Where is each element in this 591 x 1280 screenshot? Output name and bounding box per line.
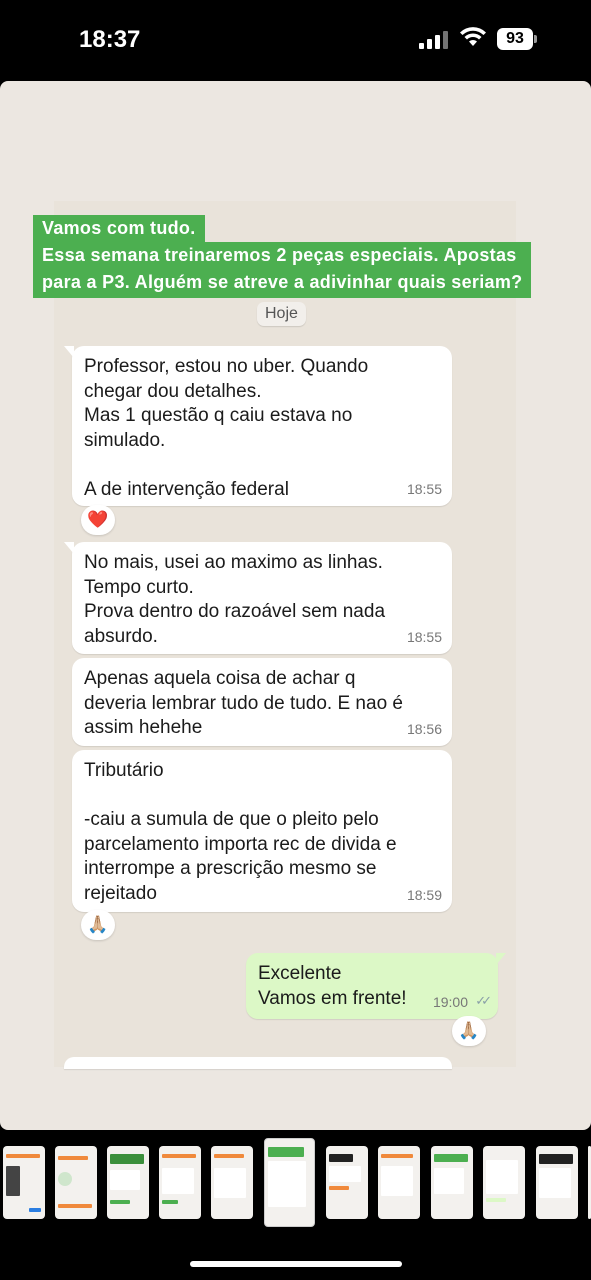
story-thumbnail[interactable]	[326, 1146, 368, 1219]
message-bubble-partial[interactable]	[64, 1057, 452, 1069]
story-thumbnail[interactable]	[536, 1146, 578, 1219]
message-bubble[interactable]: Apenas aquela coisa de achar q deveria l…	[72, 658, 452, 746]
story-card: Vamos com tudo. Essa semana treinaremos …	[0, 81, 591, 1130]
message-bubble[interactable]: No mais, usei ao maximo as linhas. Tempo…	[64, 542, 452, 654]
story-thumbnail-strip	[0, 1138, 591, 1230]
read-receipt-icon: ✓✓	[475, 992, 492, 1008]
message-time: 18:55	[406, 480, 442, 497]
message-bubble-outgoing[interactable]: Excelente Vamos em frente! 19:00 ✓✓	[246, 953, 506, 1019]
wifi-icon	[460, 27, 486, 46]
message-time: 19:00	[432, 993, 468, 1010]
message-bubble[interactable]: Tributário -caiu a sumula de que o pleit…	[72, 750, 452, 912]
message-time: 18:59	[406, 886, 442, 903]
story-thumbnail[interactable]	[55, 1146, 97, 1219]
story-thumbnail[interactable]	[107, 1146, 149, 1219]
story-thumbnail[interactable]	[431, 1146, 473, 1219]
clock: 18:37	[79, 26, 141, 53]
cellular-signal-icon	[419, 31, 450, 49]
message-time: 18:55	[406, 628, 442, 645]
message-text: No mais, usei ao maximo as linhas. Tempo…	[84, 552, 386, 647]
caption-line-2: Essa semana treinaremos 2 peças especiai…	[42, 245, 517, 265]
story-thumbnail[interactable]	[211, 1146, 253, 1219]
battery-level: 93	[497, 28, 533, 50]
message-text: Apenas aquela coisa de achar q deveria l…	[84, 668, 403, 738]
reaction-pray[interactable]: 🙏🏼	[81, 910, 115, 940]
date-separator: Hoje	[257, 302, 306, 326]
message-text: Professor, estou no uber. Quando chegar …	[84, 356, 369, 500]
reaction-heart[interactable]: ❤️	[81, 505, 115, 535]
story-thumbnail[interactable]	[159, 1146, 201, 1219]
reaction-pray[interactable]: 🙏🏼	[452, 1016, 486, 1046]
message-text: Tributário -caiu a sumula de que o pleit…	[84, 760, 397, 904]
story-thumbnail[interactable]	[483, 1146, 525, 1219]
caption-line-1: Vamos com tudo.	[33, 215, 205, 245]
caption-body: Essa semana treinaremos 2 peças especiai…	[33, 242, 532, 298]
story-thumbnail[interactable]	[378, 1146, 420, 1219]
story-thumbnail-current[interactable]	[264, 1138, 315, 1227]
story-thumbnail[interactable]	[3, 1146, 45, 1219]
battery-icon: 93	[497, 28, 537, 50]
message-bubble[interactable]: Professor, estou no uber. Quando chegar …	[64, 346, 452, 506]
caption-line-3: para a P3. Alguém se atreve a adivinhar …	[42, 272, 523, 292]
home-indicator[interactable]	[190, 1261, 402, 1267]
status-bar: 18:37 93	[0, 0, 591, 80]
message-time: 18:56	[406, 720, 442, 737]
